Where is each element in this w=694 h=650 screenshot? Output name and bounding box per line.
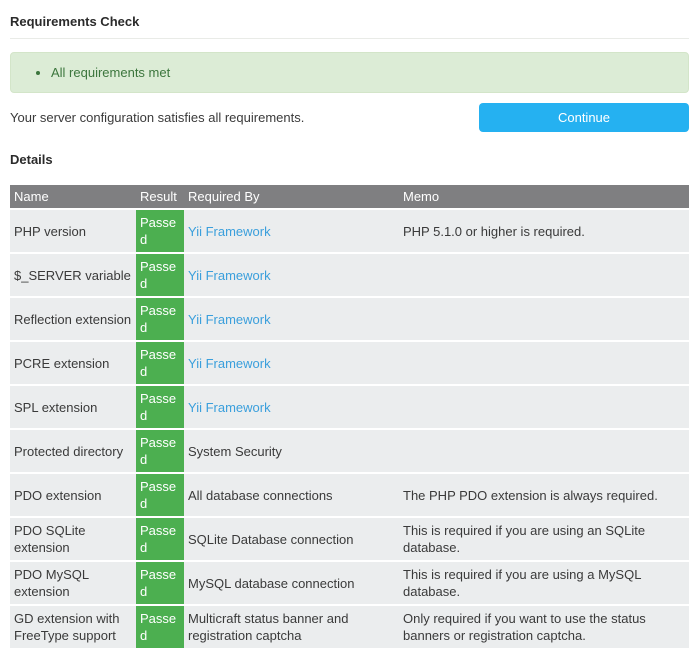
result-status-badge: Passed <box>136 210 184 252</box>
memo-cell: Only required if you want to use the sta… <box>399 606 689 648</box>
requirement-name-cell: SPL extension <box>10 386 136 428</box>
page-title: Requirements Check <box>10 14 689 29</box>
title-divider <box>10 38 689 39</box>
result-status-badge: Passed <box>136 518 184 560</box>
table-row: PDO extensionPassedAll database connecti… <box>10 474 689 516</box>
table-row: PCRE extensionPassed Yii Framework <box>10 342 689 384</box>
memo-cell: This is required if you are using a MySQ… <box>399 562 689 604</box>
details-title: Details <box>10 152 689 167</box>
required-by-cell: MySQL database connection <box>184 562 399 604</box>
actions-row: Your server configuration satisfies all … <box>10 102 689 133</box>
table-row: PDO SQLite extensionPassedSQLite Databas… <box>10 518 689 560</box>
result-status-badge: Passed <box>136 474 184 516</box>
required-by-cell: SQLite Database connection <box>184 518 399 560</box>
alert-list: All requirements met <box>21 64 678 81</box>
result-status-badge: Passed <box>136 342 184 384</box>
requirements-table-body: PHP versionPassedYii FrameworkPHP 5.1.0 … <box>10 210 689 648</box>
requirement-name-cell: PCRE extension <box>10 342 136 384</box>
memo-cell: The PHP PDO extension is always required… <box>399 474 689 516</box>
result-status-badge: Passed <box>136 386 184 428</box>
required-by-cell: Yii Framework <box>184 254 399 296</box>
alert-item: All requirements met <box>51 64 678 81</box>
required-by-cell: System Security <box>184 430 399 472</box>
memo-cell: PHP 5.1.0 or higher is required. <box>399 210 689 252</box>
required-by-cell: Yii Framework <box>184 342 399 384</box>
required-by-link[interactable]: Yii Framework <box>188 268 271 283</box>
memo-cell <box>399 342 689 384</box>
column-header-name: Name <box>10 185 136 208</box>
table-row: PDO MySQL extensionPassedMySQL database … <box>10 562 689 604</box>
required-by-cell: Yii Framework <box>184 298 399 340</box>
summary-text: Your server configuration satisfies all … <box>10 109 304 126</box>
required-by-link[interactable]: Yii Framework <box>188 224 271 239</box>
continue-button[interactable]: Continue <box>479 103 689 132</box>
requirements-table: Name Result Required By Memo PHP version… <box>10 183 689 650</box>
required-by-cell: All database connections <box>184 474 399 516</box>
result-status-badge: Passed <box>136 606 184 648</box>
memo-cell <box>399 298 689 340</box>
requirement-name-cell: PDO MySQL extension <box>10 562 136 604</box>
requirement-name-cell: PDO extension <box>10 474 136 516</box>
required-by-link[interactable]: Yii Framework <box>188 400 271 415</box>
table-row: GD extension with FreeType supportPassed… <box>10 606 689 648</box>
result-status-badge: Passed <box>136 298 184 340</box>
memo-cell <box>399 254 689 296</box>
memo-cell <box>399 430 689 472</box>
required-by-cell: Yii Framework <box>184 210 399 252</box>
required-by-link[interactable]: Yii Framework <box>188 312 271 327</box>
memo-cell <box>399 386 689 428</box>
result-status-badge: Passed <box>136 562 184 604</box>
table-row: $_SERVER variablePassed Yii Framework <box>10 254 689 296</box>
table-header: Name Result Required By Memo <box>10 185 689 208</box>
column-header-memo: Memo <box>399 185 689 208</box>
requirement-name-cell: Protected directory <box>10 430 136 472</box>
requirement-name-cell: PHP version <box>10 210 136 252</box>
success-alert: All requirements met <box>10 52 689 93</box>
requirement-name-cell: GD extension with FreeType support <box>10 606 136 648</box>
requirement-name-cell: Reflection extension <box>10 298 136 340</box>
page-container: Requirements Check All requirements met … <box>0 0 694 650</box>
result-status-badge: Passed <box>136 254 184 296</box>
required-by-cell: Yii Framework <box>184 386 399 428</box>
required-by-link[interactable]: Yii Framework <box>188 356 271 371</box>
table-row: SPL extensionPassed Yii Framework <box>10 386 689 428</box>
requirement-name-cell: PDO SQLite extension <box>10 518 136 560</box>
table-row: Protected directoryPassedSystem Security <box>10 430 689 472</box>
column-header-required-by: Required By <box>184 185 399 208</box>
required-by-cell: Multicraft status banner and registratio… <box>184 606 399 648</box>
memo-cell: This is required if you are using an SQL… <box>399 518 689 560</box>
table-row: PHP versionPassed Yii Framework PHP 5.1.0 … <box>10 210 689 252</box>
column-header-result: Result <box>136 185 184 208</box>
result-status-badge: Passed <box>136 430 184 472</box>
table-row: Reflection extensionPassed Yii Framework <box>10 298 689 340</box>
requirement-name-cell: $_SERVER variable <box>10 254 136 296</box>
